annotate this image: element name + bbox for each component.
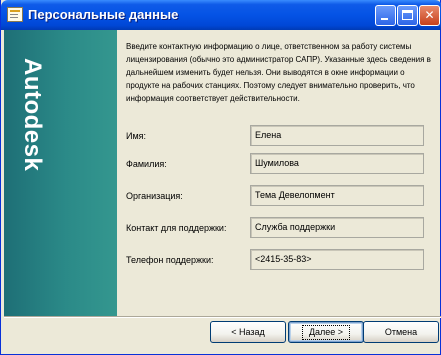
title-bar[interactable]: Персональные данные ✕ <box>1 0 441 30</box>
dialog-window: Персональные данные ✕ Autodesk Введите к… <box>0 0 441 355</box>
support-phone-field[interactable]: <2415-35-83> <box>250 249 424 270</box>
last-name-label: Фамилия: <box>126 159 167 169</box>
support-contact-label: Контакт для поддержки: <box>126 223 227 233</box>
support-phone-row: Телефон поддержки: <2415-35-83> <box>126 249 426 271</box>
button-separator <box>4 316 441 318</box>
intro-text: Введите контактную информацию о лице, от… <box>126 42 431 103</box>
close-icon: ✕ <box>424 8 435 22</box>
brand-sidebar: Autodesk <box>4 30 117 316</box>
support-phone-label: Телефон поддержки: <box>126 255 214 265</box>
cancel-button[interactable]: Отмена <box>363 321 439 343</box>
last-name-row: Фамилия: Шумилова <box>126 153 426 175</box>
next-button-label: Далее > <box>301 325 351 340</box>
maximize-button[interactable] <box>397 5 418 26</box>
last-name-field[interactable]: Шумилова <box>250 153 424 174</box>
back-button[interactable]: < Назад <box>210 321 286 343</box>
first-name-row: Имя: Елена <box>126 125 426 147</box>
autodesk-logo: Autodesk <box>16 58 46 178</box>
minimize-button[interactable] <box>375 5 396 26</box>
window-title: Персональные данные <box>28 7 179 22</box>
organization-field[interactable]: Тема Девелопмент <box>250 185 424 206</box>
next-button[interactable]: Далее > <box>288 321 364 343</box>
close-button[interactable]: ✕ <box>419 5 440 26</box>
first-name-label: Имя: <box>126 131 147 141</box>
organization-label: Организация: <box>126 191 183 201</box>
form-content: Введите контактную информацию о лице, от… <box>117 30 439 316</box>
support-contact-field[interactable]: Служба поддержки <box>250 217 424 238</box>
maximize-icon <box>402 10 413 20</box>
support-contact-row: Контакт для поддержки: Служба поддержки <box>126 217 426 239</box>
brand-text: Autodesk <box>19 58 46 172</box>
first-name-field[interactable]: Елена <box>250 125 424 146</box>
organization-row: Организация: Тема Девелопмент <box>126 185 426 207</box>
minimize-icon <box>381 18 388 20</box>
app-document-icon <box>7 7 23 22</box>
